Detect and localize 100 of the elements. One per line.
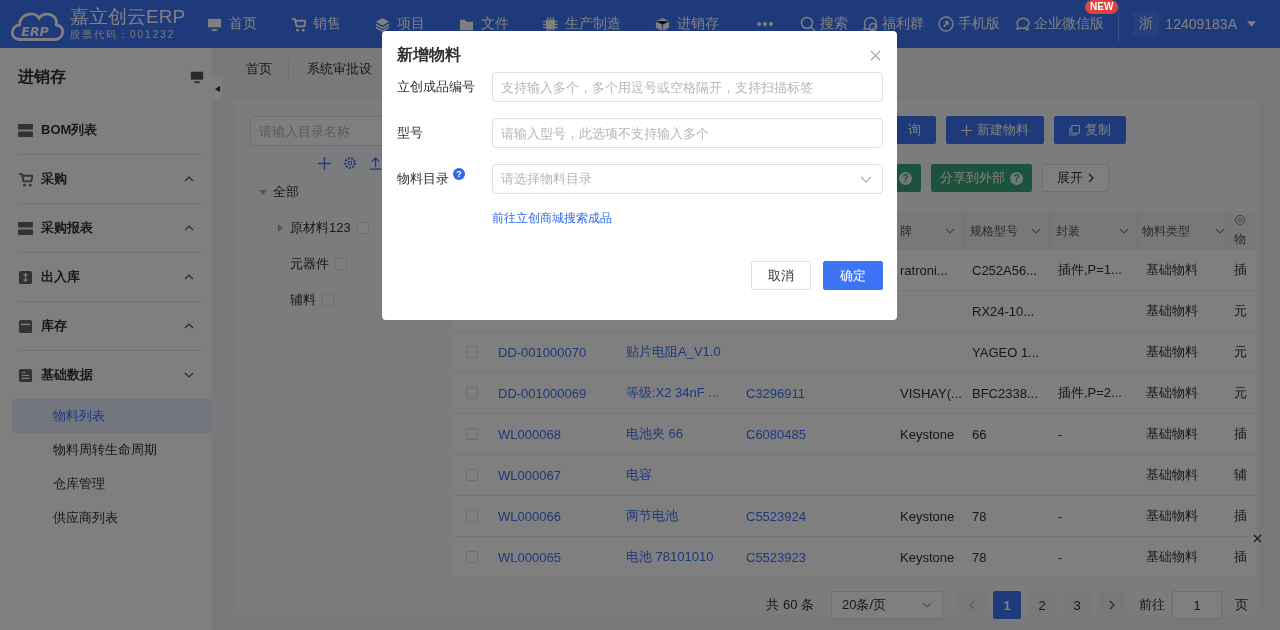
copy-icon (1069, 124, 1080, 136)
table-link[interactable]: 等级:X2 34nF ... (626, 385, 720, 400)
table-link[interactable]: C5523924 (746, 508, 806, 524)
gear-icon[interactable] (343, 156, 357, 170)
table-link[interactable]: 两节电池 (626, 508, 678, 523)
tree-node[interactable]: 原材料123 (290, 219, 351, 237)
caret-right-icon[interactable] (276, 224, 284, 232)
header-link[interactable]: 搜索 (800, 15, 849, 33)
page-tab[interactable]: 首页 (228, 59, 289, 79)
table-cell: 插 (1234, 262, 1247, 277)
input-field[interactable]: 请输入型号，此选项不支持输入多个 (492, 118, 883, 148)
table-link[interactable]: WL000068 (498, 426, 561, 442)
chevron-down-icon[interactable] (1031, 228, 1041, 234)
nav-item[interactable]: 首页 (198, 15, 271, 33)
chevron-right-icon (1109, 600, 1115, 610)
chevron-down-icon (860, 175, 872, 183)
help-icon: ? (1010, 171, 1023, 185)
cancel-button[interactable]: 取消 (751, 261, 811, 290)
nav-item[interactable]: 进销存 (646, 15, 733, 33)
sidebar-group[interactable]: BOM列表 (0, 106, 212, 154)
sidebar-item[interactable]: 供应商列表 (12, 501, 212, 535)
table-link[interactable]: DD-001000070 (498, 344, 587, 360)
toolbar-button[interactable]: 新建物料 (946, 116, 1044, 144)
table-cell: 元 (1234, 344, 1247, 359)
tree-node[interactable]: 辅料 (290, 291, 316, 309)
help-icon[interactable]: ? (453, 168, 465, 180)
table-cell: 基础物料 (1146, 467, 1198, 482)
sidebar-item[interactable]: 物料列表 (12, 399, 212, 433)
brand-name: 嘉立创云ERP (70, 6, 186, 28)
table-cell: 基础物料 (1146, 303, 1198, 318)
header-link[interactable]: 福利群 (862, 15, 925, 33)
select-field[interactable]: 请选择物料目录 (492, 164, 883, 194)
store-search-link[interactable]: 前往立创商城搜索成品 (492, 211, 612, 225)
table-cell: 基础物料 (1146, 385, 1198, 400)
nav-item[interactable]: 文件 (450, 15, 523, 33)
page-suffix: 页 (1235, 596, 1248, 614)
nav-item[interactable]: 项目 (366, 15, 439, 33)
field-label: 型号 (397, 124, 423, 142)
sidebar-item[interactable]: 仓库管理 (12, 467, 212, 501)
table-link[interactable]: 电容 (626, 467, 652, 482)
header-link[interactable]: 手机版 (938, 15, 1001, 33)
more-menu[interactable]: ••• (748, 16, 789, 32)
sidebar-group[interactable]: 采购 (0, 155, 212, 203)
goto-label: 前往 (1139, 596, 1165, 614)
table-cell: 基础物料 (1146, 549, 1198, 564)
close-icon[interactable] (870, 50, 881, 61)
table-link[interactable]: 电池 78101010 (626, 549, 714, 564)
table-link[interactable]: C3296911 (746, 385, 806, 401)
page-size-select[interactable]: 20条/页 (831, 591, 943, 619)
table-link[interactable]: DD-001000069 (498, 385, 587, 401)
toolbar-button[interactable]: 展开 (1042, 164, 1109, 192)
table-link[interactable]: WL000067 (498, 467, 561, 483)
dialog-title: 新增物料 (397, 45, 461, 65)
sidebar-group[interactable]: 采购报表 (0, 204, 212, 252)
upload-icon[interactable] (369, 156, 382, 170)
page-input[interactable]: 1 (1172, 591, 1222, 619)
toolbar-button[interactable]: 复制 (1054, 116, 1126, 144)
caret-icon[interactable] (1247, 21, 1256, 27)
monitor-icon[interactable] (190, 70, 204, 84)
tree-node[interactable]: 全部 (273, 183, 299, 201)
toolbar-button[interactable]: 分享到外部 ? (931, 164, 1032, 192)
gear-icon[interactable] (1234, 214, 1246, 226)
chevron-down-icon (922, 602, 932, 608)
chat-bubble-icon (1014, 16, 1031, 32)
table-cell: 基础物料 (1146, 508, 1198, 523)
table-link[interactable]: 电池夹 66 (626, 426, 684, 441)
sidebar-item[interactable]: 物料周转生命周期 (12, 433, 212, 467)
sidebar-group[interactable]: 出入库 (0, 253, 212, 301)
table-link[interactable]: 贴片电阻A_V1.0 (626, 344, 721, 359)
table-cell: 基础物料 (1146, 344, 1198, 359)
table-cell: VISHAY(... (900, 385, 962, 401)
tree-node[interactable]: 元器件 (290, 255, 329, 273)
table-link[interactable]: C5523923 (746, 549, 806, 565)
chevron-down-icon[interactable] (1119, 228, 1129, 234)
caret-down-icon[interactable] (259, 188, 267, 196)
archive-icon (18, 318, 33, 334)
collapse-handle[interactable] (212, 78, 222, 100)
table-cell: YAGEO 1... (972, 344, 1039, 360)
table-cell: - (1058, 508, 1063, 524)
confirm-button[interactable]: 确定 (823, 261, 883, 290)
table-link[interactable]: C6080485 (746, 426, 806, 442)
chevron-down-icon[interactable] (945, 228, 955, 234)
monitor-icon (206, 16, 222, 32)
table-link[interactable]: WL000066 (498, 508, 561, 524)
page-button[interactable]: 1 (993, 591, 1021, 619)
sidebar-group[interactable]: 库存 (0, 302, 212, 350)
sidebar-group[interactable]: 基础数据 (0, 351, 212, 399)
close-icon[interactable] (1253, 534, 1262, 543)
input-field[interactable]: 支持输入多个，多个用逗号或空格隔开，支持扫描标签 (492, 72, 883, 102)
nav-item[interactable]: 销售 (282, 15, 355, 33)
table-cell: 辅 (1234, 467, 1247, 482)
table-cell: BFC2338... (972, 385, 1038, 401)
plus-icon[interactable] (318, 156, 331, 170)
column-header: 物 (1230, 212, 1256, 250)
caret-left-icon (214, 85, 220, 93)
chevron-down-icon[interactable] (1215, 228, 1225, 234)
header-link[interactable]: 企业微信版 (1014, 15, 1105, 33)
table-link[interactable]: WL000065 (498, 549, 561, 565)
region-avatar[interactable]: 浙 (1133, 11, 1160, 37)
account-name[interactable]: 12409183A (1165, 16, 1237, 32)
